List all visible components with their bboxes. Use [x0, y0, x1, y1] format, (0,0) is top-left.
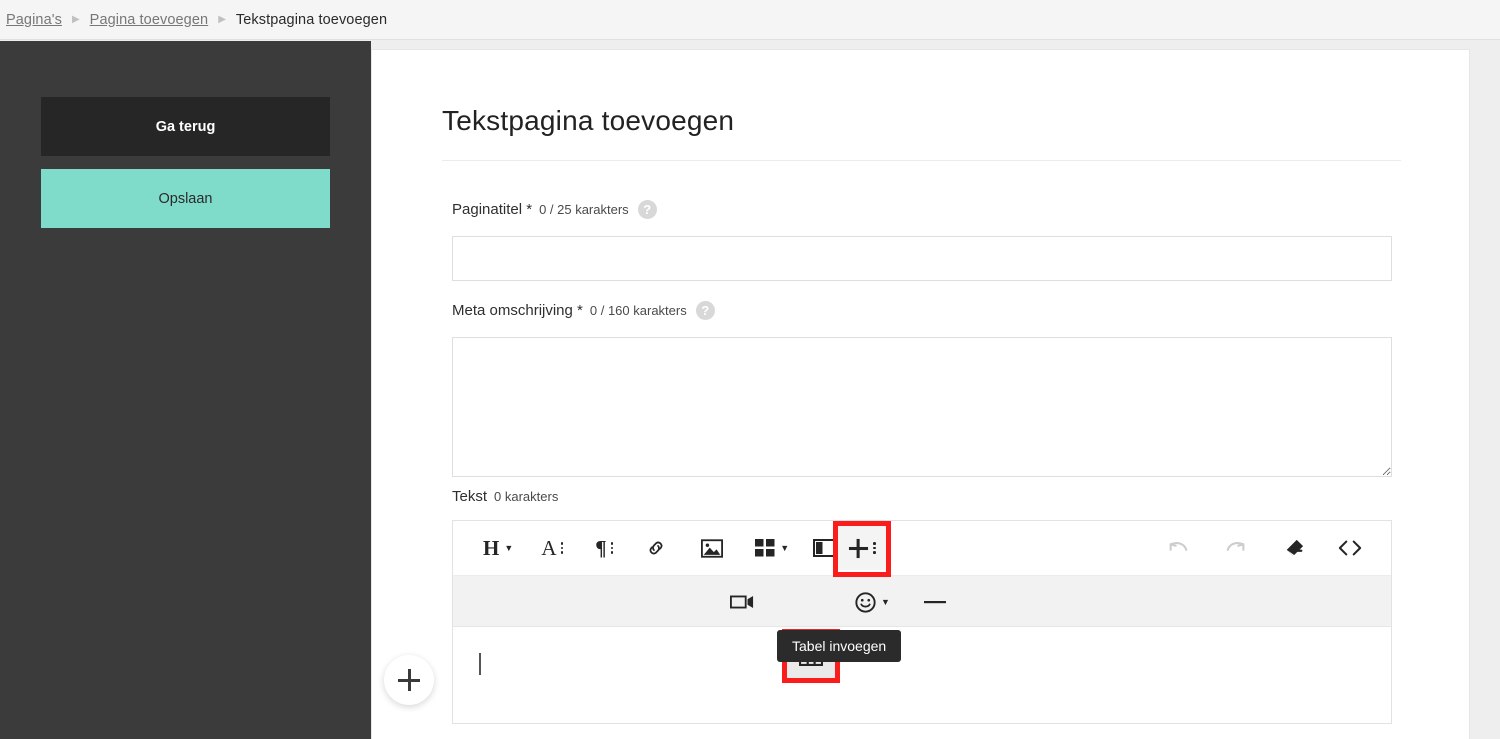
breadcrumb-separator-icon: ▶: [71, 13, 80, 25]
insert-horizontal-line-icon[interactable]: [918, 581, 952, 623]
help-icon[interactable]: ?: [637, 200, 657, 219]
code-view-icon[interactable]: [1333, 527, 1367, 569]
font-style-icon[interactable]: A: [535, 527, 569, 569]
undo-icon[interactable]: [1161, 527, 1195, 569]
page-title-counter: 0 / 25 karakters: [539, 202, 629, 217]
breadcrumb-item-pagina-toevoegen[interactable]: Pagina toevoegen: [90, 12, 209, 28]
breadcrumb-item-current: Tekstpagina toevoegen: [235, 11, 388, 28]
editor-content-area[interactable]: [453, 627, 1391, 723]
text-field-label: Tekst 0 karakters: [452, 488, 558, 505]
insert-image-icon[interactable]: [695, 527, 729, 569]
paragraph-format-icon[interactable]: ¶: [587, 527, 621, 569]
meta-description-counter: 0 / 160 karakters: [589, 303, 687, 318]
content-panel: Tekstpagina toevoegen Paginatitel * 0 / …: [371, 49, 1470, 739]
meta-description-textarea[interactable]: [452, 337, 1392, 477]
clear-formatting-icon[interactable]: [1277, 527, 1311, 569]
tooltip-tabel-invoegen: Tabel invoegen: [777, 630, 902, 662]
save-button[interactable]: Opslaan: [41, 169, 330, 228]
text-counter: 0 karakters: [494, 489, 559, 504]
more-tools-icon[interactable]: [838, 526, 886, 570]
page-title-field-label: Paginatitel * 0 / 25 karakters ?: [452, 200, 657, 219]
heading-icon[interactable]: H ▼: [479, 527, 517, 569]
rich-text-editor: H ▼ A ¶ ▼ ▼: [452, 520, 1392, 724]
meta-description-label-text: Meta omschrijving *: [452, 302, 583, 319]
back-button[interactable]: Ga terug: [41, 97, 330, 156]
plus-icon: [398, 669, 420, 691]
editor-toolbar-row-2: ▼: [453, 575, 1391, 683]
insert-emoticon-icon[interactable]: ▼: [851, 581, 894, 623]
redo-icon[interactable]: [1219, 527, 1253, 569]
editor-toolbar-row-1: H ▼ A ¶ ▼: [453, 521, 1391, 577]
breadcrumb: Pagina's ▶ Pagina toevoegen ▶ Tekstpagin…: [0, 0, 1500, 40]
insert-video-icon[interactable]: [725, 581, 759, 623]
sidebar: Ga terug Opslaan: [0, 41, 371, 739]
breadcrumb-separator-icon: ▶: [218, 13, 226, 25]
breadcrumb-item-paginas[interactable]: Pagina's: [6, 12, 62, 28]
floating-add-button[interactable]: [384, 655, 434, 705]
page-title-label-text: Paginatitel *: [452, 201, 533, 218]
text-label-text: Tekst: [452, 488, 488, 505]
page-title-input[interactable]: [452, 236, 1392, 281]
meta-description-field-label: Meta omschrijving * 0 / 160 karakters ?: [452, 301, 715, 320]
insert-grid-icon[interactable]: ▼: [751, 527, 793, 569]
page-title: Tekstpagina toevoegen: [442, 105, 735, 136]
help-icon[interactable]: ?: [695, 301, 715, 320]
title-divider: [442, 160, 1401, 161]
text-cursor: [479, 653, 481, 675]
insert-link-icon[interactable]: [639, 527, 673, 569]
